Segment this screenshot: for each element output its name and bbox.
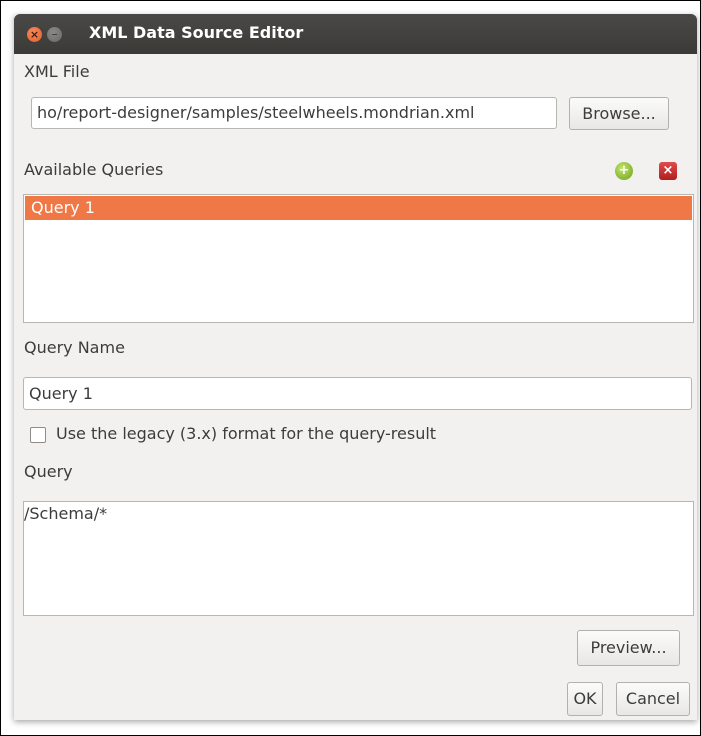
legacy-format-label: Use the legacy (3.x) format for the quer… [56,424,437,443]
list-item-query-1[interactable]: Query 1 [25,196,692,220]
query-name-label: Query Name [24,338,125,357]
ok-button[interactable]: OK [567,682,603,716]
title-bar[interactable]: × − XML Data Source Editor [14,14,697,54]
query-label: Query [24,462,73,481]
queries-list[interactable]: Query 1 [23,194,694,323]
close-icon[interactable]: × [27,27,42,42]
dialog-window: × − XML Data Source Editor XML File ho/r… [14,14,697,720]
screenshot-frame: × − XML Data Source Editor XML File ho/r… [0,0,701,736]
add-icon[interactable]: + [615,162,633,180]
xml-file-input[interactable]: ho/report-designer/samples/steelwheels.m… [31,97,557,129]
available-queries-label: Available Queries [24,160,164,179]
xml-file-label: XML File [24,62,90,81]
preview-button[interactable]: Preview... [577,630,680,666]
remove-icon[interactable]: × [659,162,677,180]
window-title: XML Data Source Editor [89,23,304,42]
query-name-input[interactable]: Query 1 [23,377,692,410]
query-textarea[interactable]: /Schema/* [23,501,694,616]
browse-button[interactable]: Browse... [569,97,669,130]
cancel-button[interactable]: Cancel [616,682,690,716]
minimize-icon[interactable]: − [47,27,62,42]
legacy-format-checkbox[interactable] [30,427,46,443]
